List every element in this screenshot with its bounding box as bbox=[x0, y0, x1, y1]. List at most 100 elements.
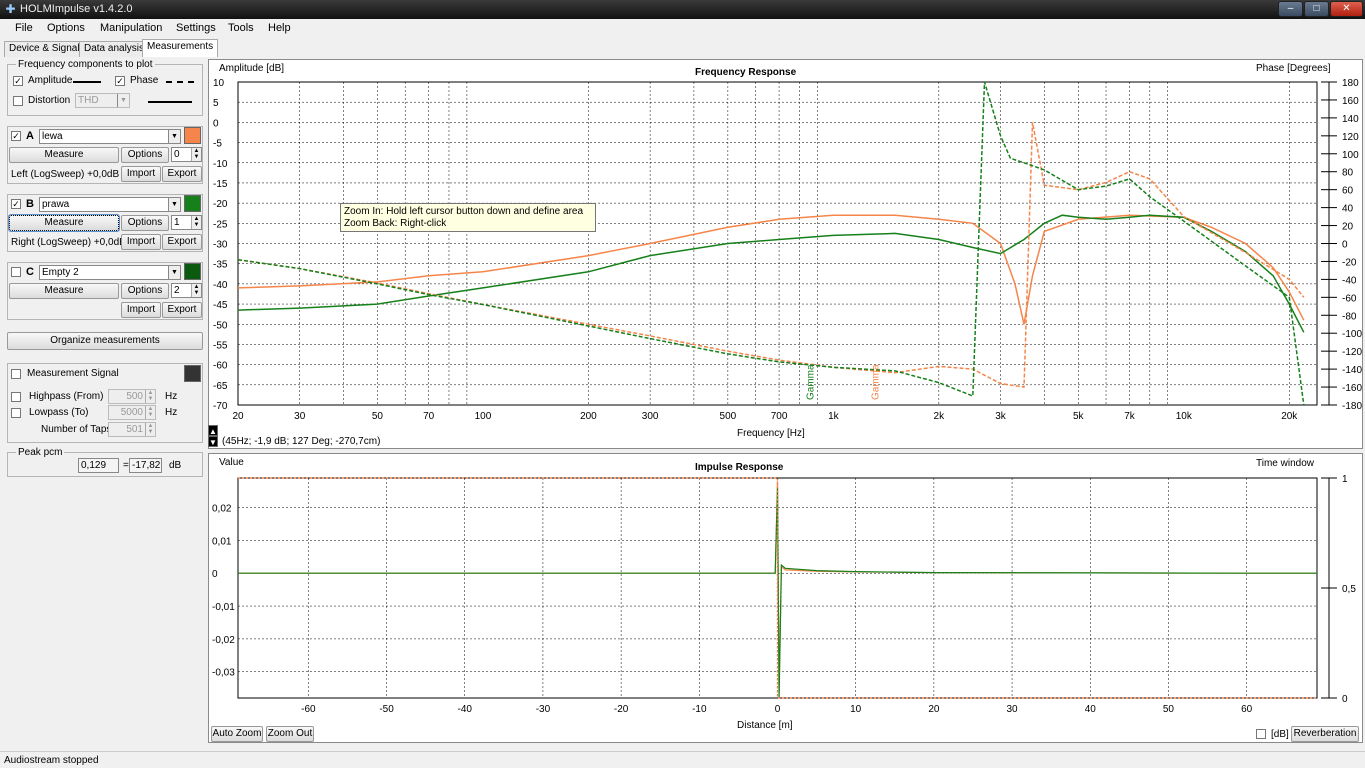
amplitude-checkbox[interactable]: ✓ bbox=[13, 76, 23, 86]
measurement-c-options-button[interactable]: Options bbox=[121, 283, 169, 299]
tab-data-analysis[interactable]: Data analysis bbox=[79, 41, 150, 57]
lowpass-checkbox[interactable] bbox=[11, 408, 21, 418]
frequency-plot-panel[interactable]: Amplitude [dB] Frequency Response Phase … bbox=[208, 59, 1363, 449]
amplitude-label: Amplitude bbox=[28, 75, 73, 86]
impulse-ytick-label: -0,02 bbox=[212, 635, 235, 646]
measurement-a-options-button[interactable]: Options bbox=[121, 147, 169, 163]
distortion-checkbox[interactable] bbox=[13, 96, 23, 106]
measurement-a-name: lewa bbox=[42, 131, 63, 142]
measurement-a-color-swatch[interactable] bbox=[184, 127, 201, 144]
highpass-unit: Hz bbox=[165, 391, 178, 402]
window-title: HOLMImpulse v1.4.2.0 bbox=[20, 3, 133, 15]
menu-help[interactable]: Help bbox=[268, 22, 291, 34]
highpass-value: 500 bbox=[126, 391, 143, 402]
measurement-c-export-button[interactable]: Export bbox=[162, 302, 202, 318]
phase-checkbox[interactable]: ✓ bbox=[115, 76, 125, 86]
tooltip-line-1: Zoom In: Hold left cursor button down an… bbox=[344, 206, 584, 217]
phase-label: Phase bbox=[130, 75, 159, 86]
menu-file[interactable]: File bbox=[15, 22, 33, 34]
measurement-b-checkbox[interactable]: ✓ bbox=[11, 199, 21, 209]
menu-manipulation[interactable]: Manipulation bbox=[100, 22, 162, 34]
highpass-checkbox[interactable] bbox=[11, 392, 21, 402]
measurement-c-import-button[interactable]: Import bbox=[121, 302, 161, 318]
freq-ytick-label: -70 bbox=[213, 401, 228, 412]
measurement-c-color-swatch[interactable] bbox=[184, 263, 201, 280]
zoom-out-button[interactable]: Zoom Out bbox=[266, 726, 314, 742]
signal-color-swatch[interactable] bbox=[184, 365, 201, 382]
distortion-line-sample bbox=[148, 101, 192, 103]
auto-zoom-button[interactable]: Auto Zoom bbox=[211, 726, 263, 742]
measurement-b-options-button[interactable]: Options bbox=[121, 215, 169, 231]
freq-y2tick-label: 0 bbox=[1342, 240, 1348, 251]
measurement-a-measure-button[interactable]: Measure bbox=[9, 147, 119, 163]
organize-measurements-button[interactable]: Organize measurements bbox=[7, 332, 203, 350]
measurement-c-index: 2 bbox=[174, 285, 180, 296]
spin-arrows-icon[interactable]: ▲ ▼ bbox=[191, 284, 201, 297]
tab-measurements[interactable]: Measurements bbox=[142, 39, 219, 57]
cursor-readout: (45Hz; -1,9 dB; 127 Deg; -270,7cm) bbox=[222, 436, 381, 447]
measurement-b-export-button[interactable]: Export bbox=[162, 234, 202, 250]
close-button[interactable]: ✕ bbox=[1330, 1, 1363, 17]
arrow-down-icon[interactable]: ▼ bbox=[208, 436, 218, 447]
menu-settings[interactable]: Settings bbox=[176, 22, 216, 34]
impulse-xtick-label: -60 bbox=[301, 704, 316, 715]
spin-arrows-icon[interactable]: ▲ ▼ bbox=[145, 406, 155, 419]
peak-pcm-value: 0,129 bbox=[78, 458, 119, 473]
freq-marker-a: Gamma bbox=[870, 364, 881, 400]
spin-arrows-icon[interactable]: ▲ ▼ bbox=[145, 423, 155, 436]
impulse-xtick-label: -40 bbox=[458, 704, 473, 715]
measurement-c-checkbox[interactable] bbox=[11, 267, 21, 277]
frequency-response-chart[interactable]: 1050-5-10-15-20-25-30-35-40-45-50-55-60-… bbox=[209, 60, 1364, 450]
impulse-xtick-label: 0 bbox=[775, 704, 781, 715]
measurement-a-export-button[interactable]: Export bbox=[162, 166, 202, 182]
measurement-c-measure-button[interactable]: Measure bbox=[9, 283, 119, 299]
menu-tools[interactable]: Tools bbox=[228, 22, 254, 34]
impulse-xtick-label: 60 bbox=[1241, 704, 1253, 715]
spin-arrows-icon[interactable]: ▲ ▼ bbox=[191, 148, 201, 161]
freq-xtick-label: 700 bbox=[771, 411, 788, 422]
peak-group: Peak pcm 0,129 = -17,82 dB bbox=[7, 447, 203, 477]
highpass-input[interactable]: 500 ▲ ▼ bbox=[108, 389, 156, 404]
tooltip-line-2: Zoom Back: Right-click bbox=[344, 218, 447, 229]
spin-arrows-icon[interactable]: ▲ ▼ bbox=[191, 216, 201, 229]
db-label: [dB] bbox=[1271, 729, 1289, 740]
tab-device-signal[interactable]: Device & Signal bbox=[4, 41, 85, 57]
impulse-plot-panel[interactable]: Value Impulse Response Time window Dista… bbox=[208, 453, 1363, 743]
measurement-b-index-stepper[interactable]: 1 ▲ ▼ bbox=[171, 215, 202, 230]
minimize-button[interactable]: – bbox=[1278, 1, 1303, 17]
freq-ytick-label: -40 bbox=[213, 280, 228, 291]
impulse-xtick-label: -30 bbox=[536, 704, 551, 715]
lowpass-input[interactable]: 5000 ▲ ▼ bbox=[108, 405, 156, 420]
distortion-select[interactable]: THD ▼ bbox=[75, 93, 130, 108]
measurement-b-import-button[interactable]: Import bbox=[121, 234, 161, 250]
arrow-up-icon[interactable]: ▲ bbox=[208, 425, 218, 436]
measurement-a-index-stepper[interactable]: 0 ▲ ▼ bbox=[171, 147, 202, 162]
impulse-response-chart[interactable]: 0,02 0,01 0 -0,01 -0,02 -0,03 -60 -50 -40 -30 -20 -… bbox=[209, 454, 1364, 744]
measurement-c-index-stepper[interactable]: 2 ▲ ▼ bbox=[171, 283, 202, 298]
measurement-b-color-swatch[interactable] bbox=[184, 195, 201, 212]
maximize-button[interactable]: □ bbox=[1304, 1, 1329, 17]
db-checkbox[interactable] bbox=[1256, 729, 1266, 739]
measurement-a-name-select[interactable]: lewa ▼ bbox=[39, 129, 181, 144]
impulse-xtick-label: 50 bbox=[1163, 704, 1175, 715]
reverberation-button[interactable]: Reverberation bbox=[1291, 726, 1359, 742]
measurement-b-index: 1 bbox=[174, 217, 180, 228]
impulse-xtick-label: -20 bbox=[614, 704, 629, 715]
measurement-signal-checkbox[interactable] bbox=[11, 369, 21, 379]
freq-y2tick-label: 140 bbox=[1342, 114, 1359, 125]
spin-arrows-icon[interactable]: ▲ ▼ bbox=[145, 390, 155, 403]
components-group: Frequency components to plot ✓ Amplitude… bbox=[7, 59, 203, 116]
freq-ytick-label: -20 bbox=[213, 199, 228, 210]
measurement-b-measure-button[interactable]: Measure bbox=[8, 214, 120, 232]
freq-y2tick-label: -180 bbox=[1342, 401, 1362, 412]
measurement-c-name-select[interactable]: Empty 2 ▼ bbox=[39, 265, 181, 280]
taps-label: Number of Taps bbox=[41, 424, 112, 435]
freq-y2tick-label: 20 bbox=[1342, 222, 1354, 233]
impulse-xtick-label: 10 bbox=[850, 704, 862, 715]
measurement-b-name-select[interactable]: prawa ▼ bbox=[39, 197, 181, 212]
cursor-scroll[interactable]: ▲ ▼ bbox=[208, 425, 218, 447]
taps-input[interactable]: 501 ▲ ▼ bbox=[108, 422, 156, 437]
menu-options[interactable]: Options bbox=[47, 22, 85, 34]
measurement-a-import-button[interactable]: Import bbox=[121, 166, 161, 182]
measurement-a-checkbox[interactable]: ✓ bbox=[11, 131, 21, 141]
